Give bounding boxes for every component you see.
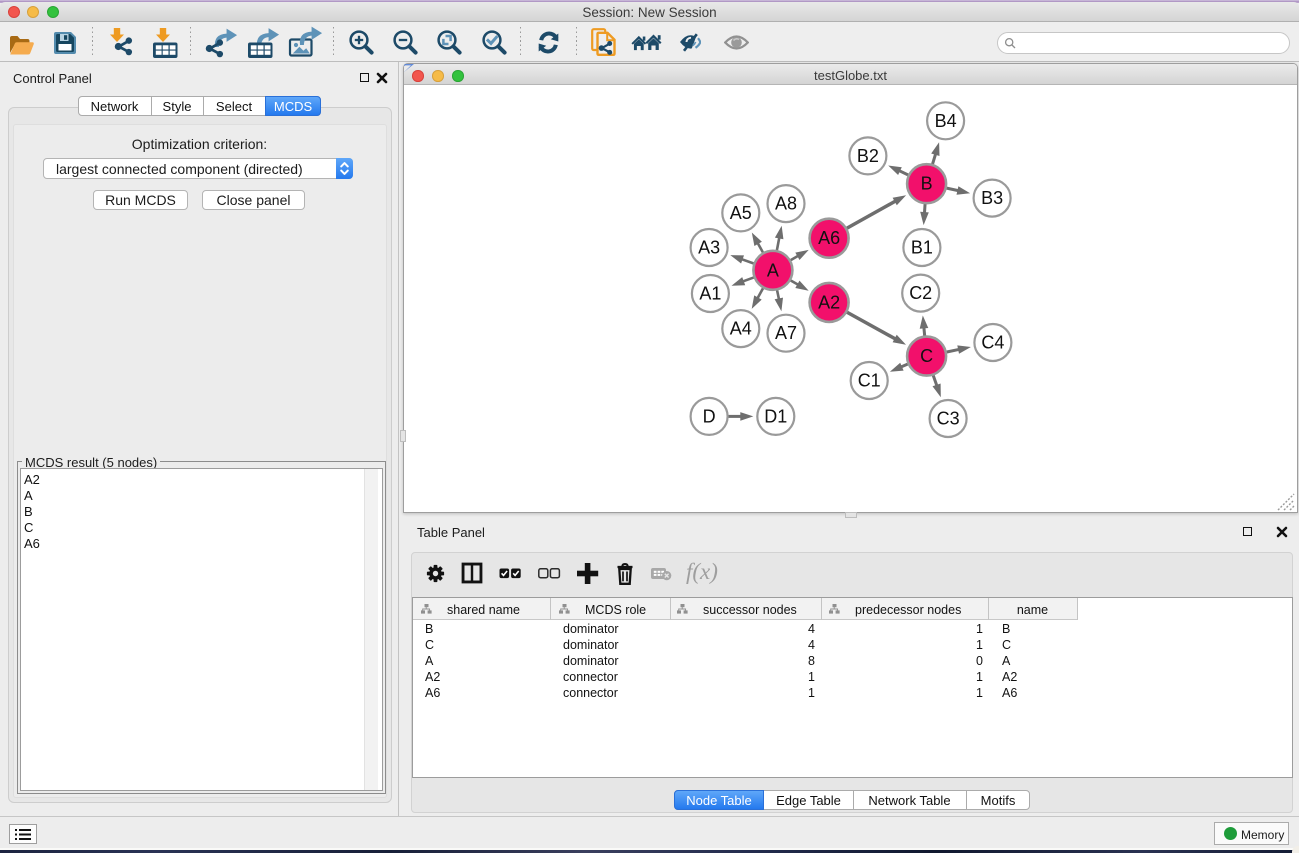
svg-text:A8: A8: [775, 194, 797, 214]
svg-text:C: C: [920, 346, 933, 366]
svg-text:B: B: [921, 174, 933, 194]
svg-text:D1: D1: [764, 406, 787, 426]
svg-text:f(x): f(x): [686, 559, 718, 584]
svg-text:A5: A5: [730, 203, 752, 223]
svg-text:A4: A4: [730, 319, 752, 339]
svg-text:A6: A6: [818, 228, 840, 248]
svg-text:B1: B1: [911, 238, 933, 258]
svg-text:D: D: [703, 406, 716, 426]
svg-text:B4: B4: [935, 111, 957, 131]
svg-text:C4: C4: [981, 333, 1004, 353]
svg-text:C1: C1: [858, 371, 881, 391]
svg-text:A3: A3: [698, 238, 720, 258]
svg-text:A: A: [767, 260, 779, 280]
svg-text:A1: A1: [699, 284, 721, 304]
svg-text:B2: B2: [857, 146, 879, 166]
svg-text:C2: C2: [909, 283, 932, 303]
svg-text:A7: A7: [775, 323, 797, 343]
svg-text:A2: A2: [818, 292, 840, 312]
svg-text:C3: C3: [937, 409, 960, 429]
svg-text:B3: B3: [981, 188, 1003, 208]
